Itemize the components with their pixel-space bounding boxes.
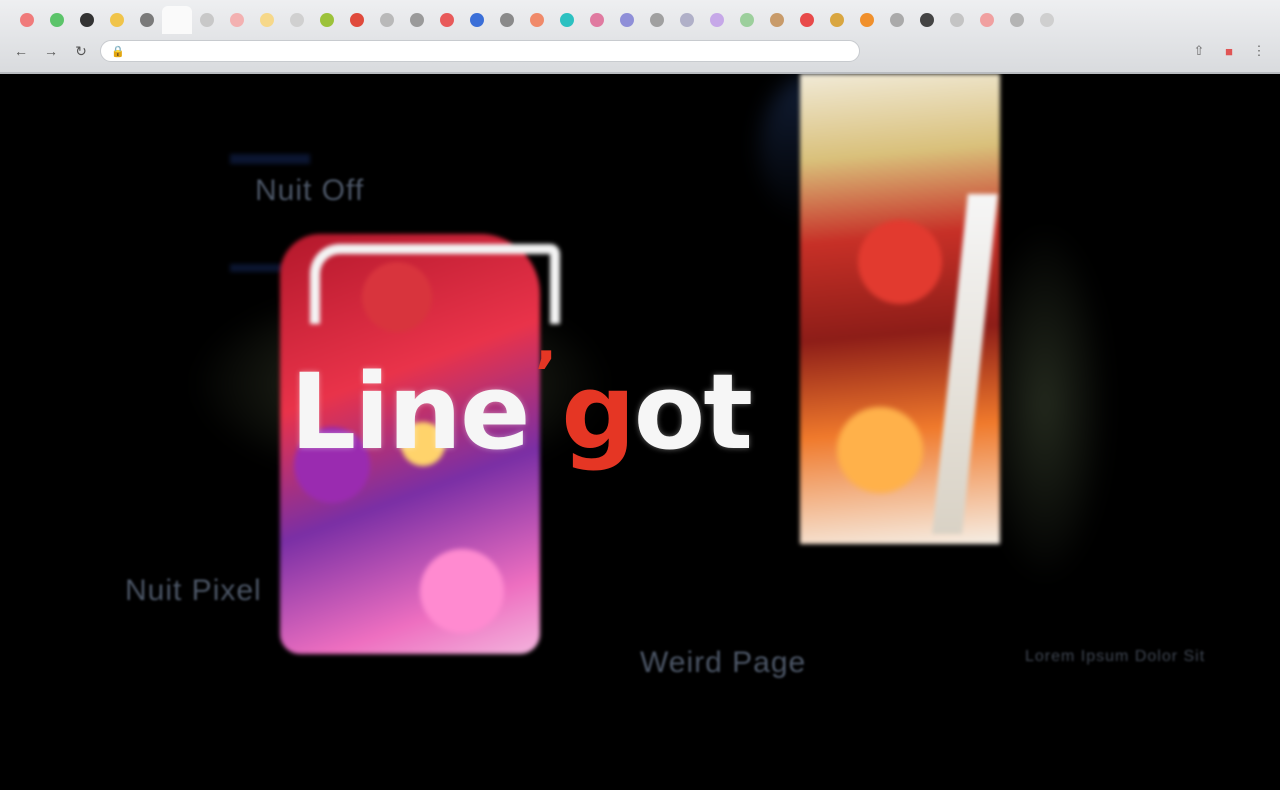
favicon-icon bbox=[230, 13, 244, 27]
browser-tab-6[interactable] bbox=[162, 6, 192, 34]
favicon-icon bbox=[260, 13, 274, 27]
back-icon[interactable]: ← bbox=[10, 40, 32, 62]
browser-tab-20[interactable] bbox=[582, 6, 612, 34]
browser-tab-31[interactable] bbox=[912, 6, 942, 34]
browser-tab-28[interactable] bbox=[822, 6, 852, 34]
browser-toolbar: ← → ↻ 🔒 ⇧ ■ ⋮ bbox=[0, 36, 1280, 66]
browser-tab-10[interactable] bbox=[282, 6, 312, 34]
browser-tab-3[interactable] bbox=[72, 6, 102, 34]
favicon-icon bbox=[920, 13, 934, 27]
favicon-icon bbox=[290, 13, 304, 27]
browser-tab-19[interactable] bbox=[552, 6, 582, 34]
logo-part-1: Line bbox=[290, 351, 530, 473]
browser-tab-22[interactable] bbox=[642, 6, 672, 34]
browser-tab-12[interactable] bbox=[342, 6, 372, 34]
logo-part-3: ot bbox=[633, 351, 753, 473]
favicon-icon bbox=[590, 13, 604, 27]
favicon-icon bbox=[650, 13, 664, 27]
favicon-icon bbox=[170, 13, 184, 27]
favicon-icon bbox=[530, 13, 544, 27]
reload-icon[interactable]: ↻ bbox=[70, 40, 92, 62]
browser-tab-8[interactable] bbox=[222, 6, 252, 34]
browser-tab-11[interactable] bbox=[312, 6, 342, 34]
browser-tab-23[interactable] bbox=[672, 6, 702, 34]
favicon-icon bbox=[470, 13, 484, 27]
extension-icon[interactable]: ■ bbox=[1218, 40, 1240, 62]
favicon-icon bbox=[680, 13, 694, 27]
share-icon[interactable]: ⇧ bbox=[1188, 40, 1210, 62]
favicon-icon bbox=[440, 13, 454, 27]
browser-tab-16[interactable] bbox=[462, 6, 492, 34]
browser-tab-5[interactable] bbox=[132, 6, 162, 34]
browser-tab-27[interactable] bbox=[792, 6, 822, 34]
favicon-icon bbox=[1040, 13, 1054, 27]
browser-tab-32[interactable] bbox=[942, 6, 972, 34]
forward-icon[interactable]: → bbox=[40, 40, 62, 62]
tab-strip bbox=[0, 6, 1280, 34]
favicon-icon bbox=[950, 13, 964, 27]
favicon-icon bbox=[800, 13, 814, 27]
nav-link-bottom-left[interactable]: Nuit Pixel bbox=[125, 574, 262, 608]
site-logo[interactable]: Line ’ g ot bbox=[290, 339, 753, 473]
nav-link-bottom-center[interactable]: Weird Page bbox=[640, 646, 806, 680]
lock-icon: 🔒 bbox=[111, 45, 125, 58]
favicon-icon bbox=[980, 13, 994, 27]
nav-link-top-left[interactable]: Nuit Off bbox=[255, 174, 364, 208]
photo-stripe bbox=[932, 194, 998, 534]
address-bar[interactable]: 🔒 bbox=[100, 40, 860, 62]
browser-tab-24[interactable] bbox=[702, 6, 732, 34]
favicon-icon bbox=[740, 13, 754, 27]
favicon-icon bbox=[830, 13, 844, 27]
browser-tab-18[interactable] bbox=[522, 6, 552, 34]
favicon-icon bbox=[380, 13, 394, 27]
favicon-icon bbox=[860, 13, 874, 27]
favicon-icon bbox=[20, 13, 34, 27]
logo-apostrophe: ’ bbox=[534, 339, 558, 409]
browser-tab-26[interactable] bbox=[762, 6, 792, 34]
browser-tab-34[interactable] bbox=[1002, 6, 1032, 34]
photo-frame bbox=[310, 244, 560, 324]
browser-tab-33[interactable] bbox=[972, 6, 1002, 34]
menu-icon[interactable]: ⋮ bbox=[1248, 40, 1270, 62]
favicon-icon bbox=[1010, 13, 1024, 27]
browser-tab-35[interactable] bbox=[1032, 6, 1062, 34]
favicon-icon bbox=[140, 13, 154, 27]
browser-tab-21[interactable] bbox=[612, 6, 642, 34]
browser-tab-29[interactable] bbox=[852, 6, 882, 34]
favicon-icon bbox=[410, 13, 424, 27]
favicon-icon bbox=[770, 13, 784, 27]
favicon-icon bbox=[200, 13, 214, 27]
browser-tab-4[interactable] bbox=[102, 6, 132, 34]
favicon-icon bbox=[710, 13, 724, 27]
nav-link-bottom-right[interactable]: Lorem Ipsum Dolor Sit bbox=[1025, 648, 1205, 666]
browser-tab-7[interactable] bbox=[192, 6, 222, 34]
favicon-icon bbox=[320, 13, 334, 27]
logo-part-2: g bbox=[561, 351, 635, 473]
browser-tab-14[interactable] bbox=[402, 6, 432, 34]
favicon-icon bbox=[890, 13, 904, 27]
favicon-icon bbox=[560, 13, 574, 27]
browser-tab-30[interactable] bbox=[882, 6, 912, 34]
favicon-icon bbox=[50, 13, 64, 27]
page-content: Line ’ g ot Nuit Off Nuit Pixel Weird Pa… bbox=[0, 74, 1280, 790]
decorative-bar bbox=[230, 154, 310, 164]
browser-tab-13[interactable] bbox=[372, 6, 402, 34]
browser-chrome: ← → ↻ 🔒 ⇧ ■ ⋮ bbox=[0, 0, 1280, 74]
favicon-icon bbox=[110, 13, 124, 27]
favicon-icon bbox=[350, 13, 364, 27]
browser-tab-15[interactable] bbox=[432, 6, 462, 34]
browser-tab-1[interactable] bbox=[12, 6, 42, 34]
favicon-icon bbox=[620, 13, 634, 27]
browser-tab-9[interactable] bbox=[252, 6, 282, 34]
browser-tab-17[interactable] bbox=[492, 6, 522, 34]
browser-tab-25[interactable] bbox=[732, 6, 762, 34]
favicon-icon bbox=[80, 13, 94, 27]
favicon-icon bbox=[500, 13, 514, 27]
right-photo bbox=[800, 74, 1000, 544]
browser-tab-2[interactable] bbox=[42, 6, 72, 34]
